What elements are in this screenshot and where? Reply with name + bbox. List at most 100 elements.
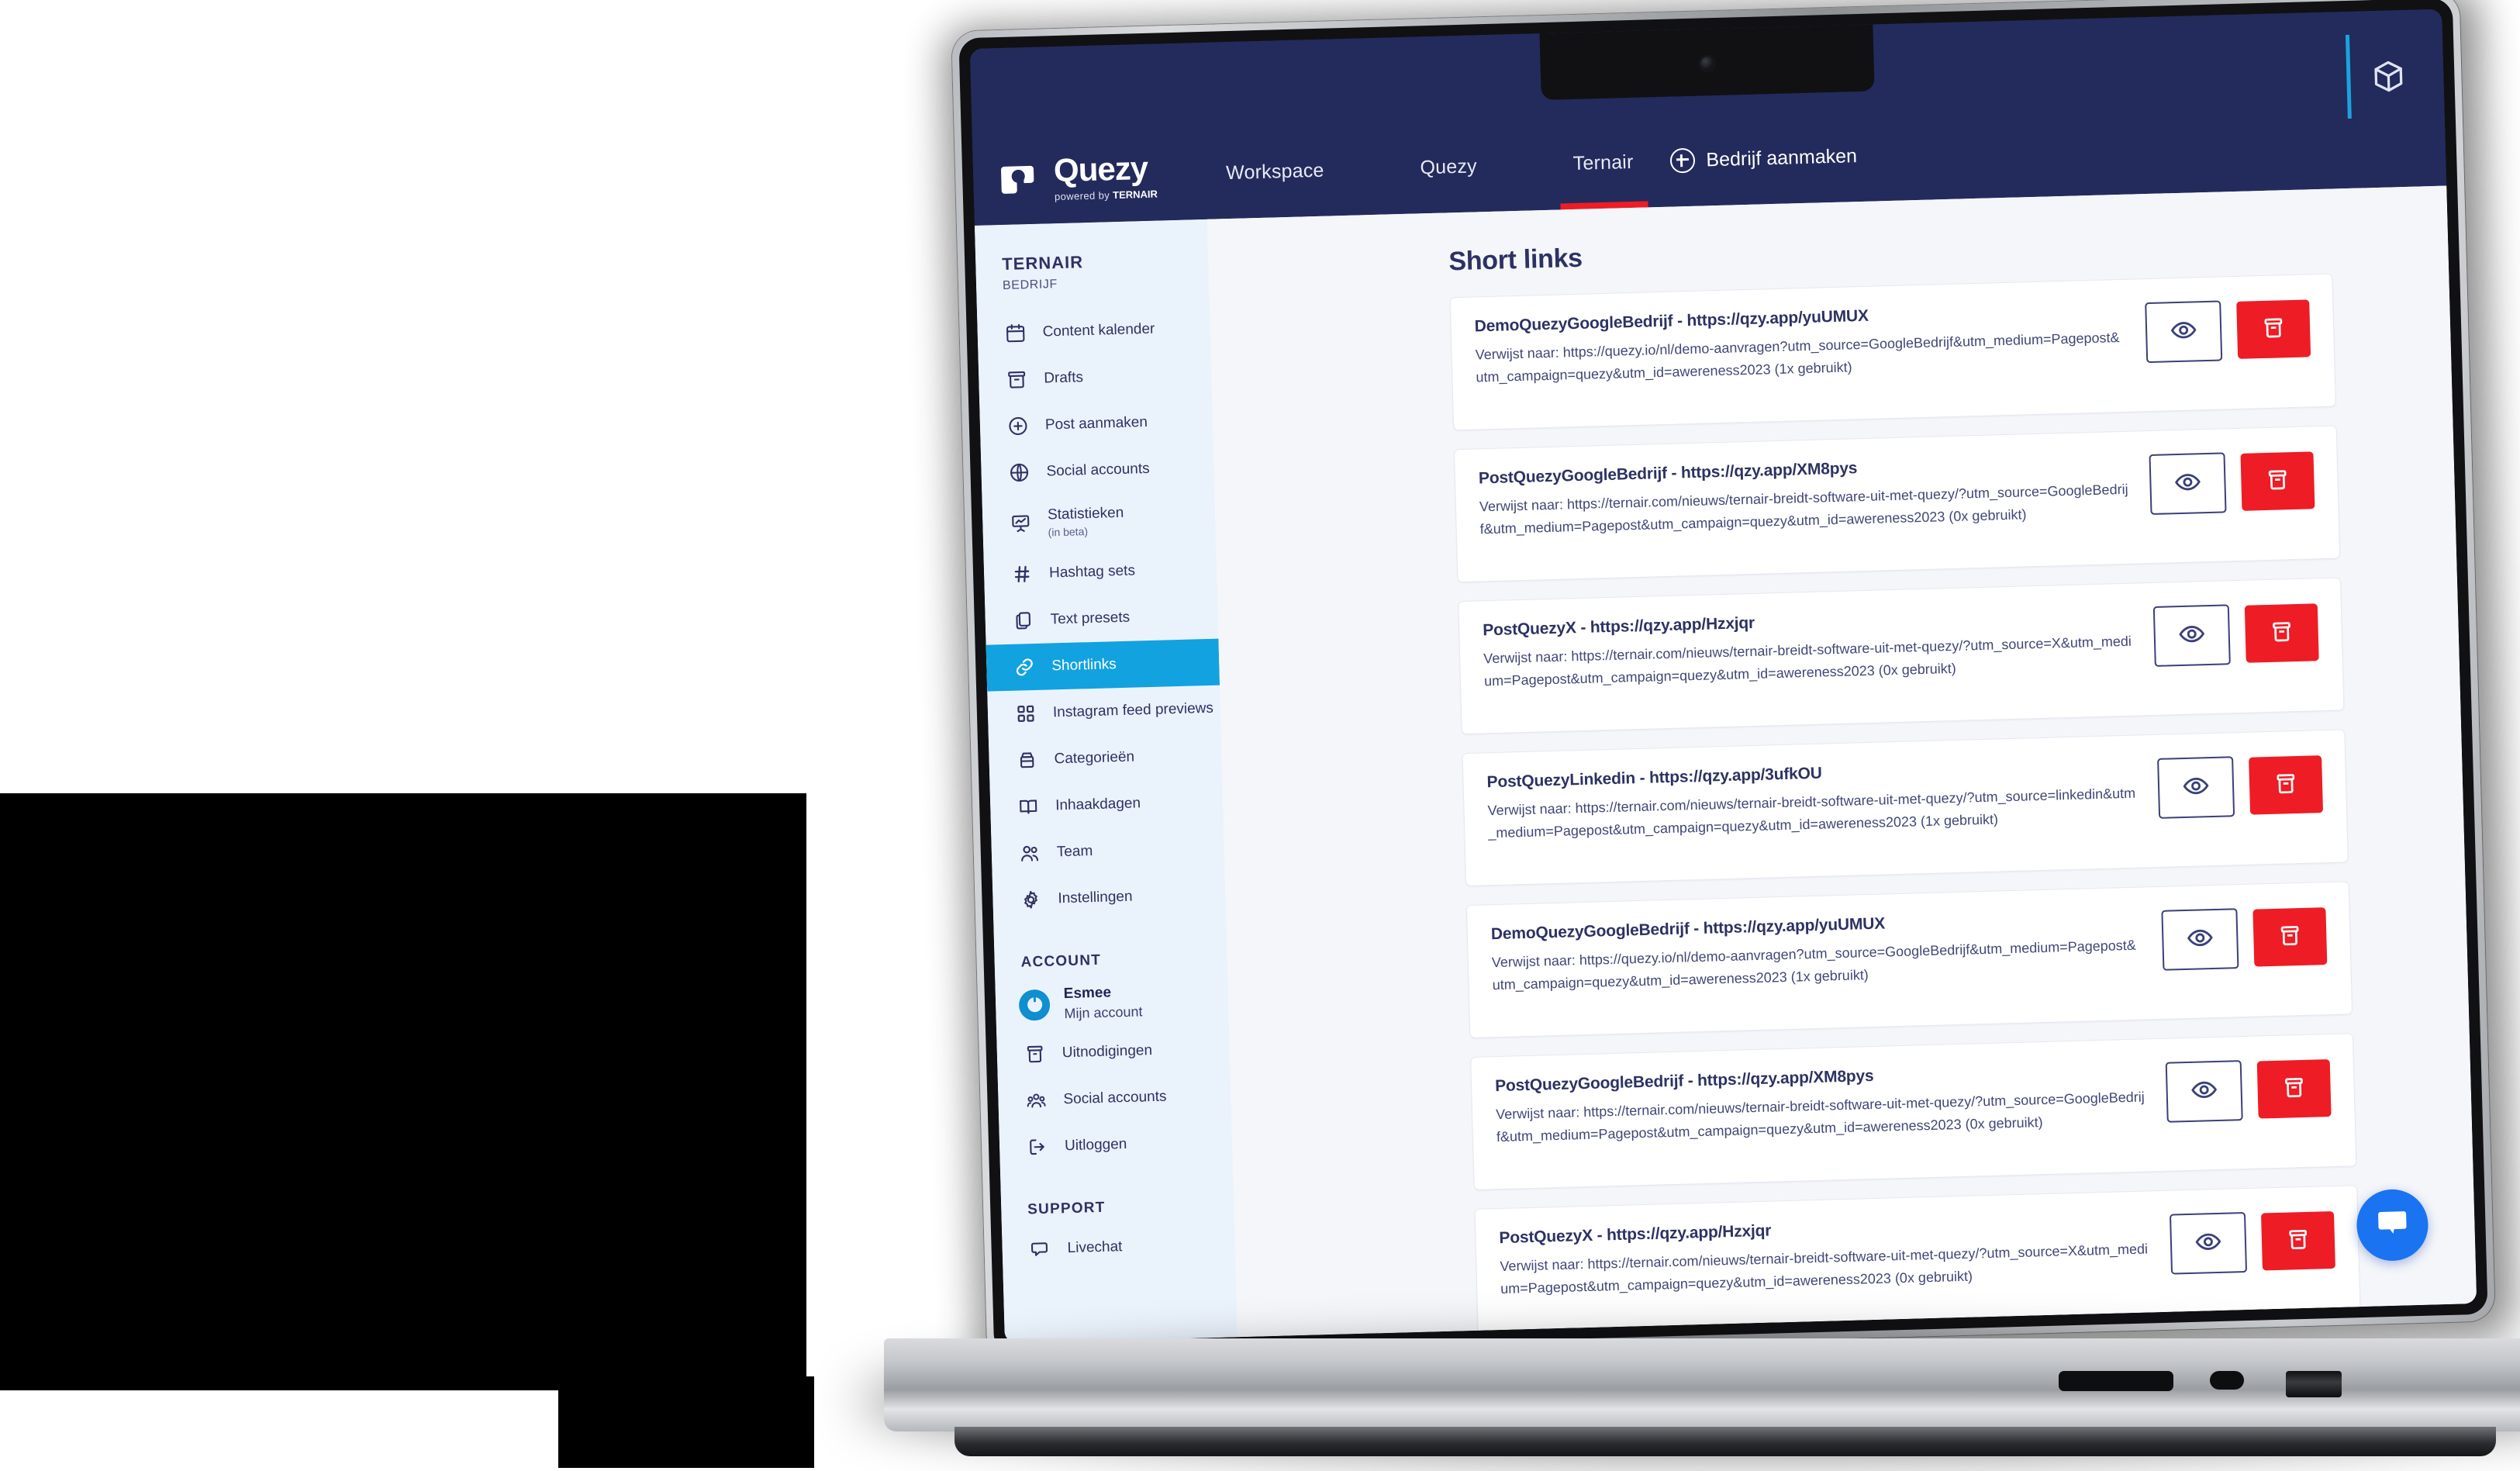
brand-text: Quezy powered by TERNAIR [1053, 149, 1158, 202]
archive-icon [1005, 368, 1029, 392]
eye-icon [2174, 468, 2201, 499]
chart-presentation-icon [1009, 512, 1033, 536]
plus-circle-icon [1670, 147, 1696, 174]
delete-shortlink-button[interactable] [2244, 603, 2319, 663]
nav-item-workspace[interactable]: Workspace [1205, 124, 1346, 219]
shortlink-actions [2169, 1207, 2335, 1275]
view-shortlink-button[interactable] [2161, 908, 2239, 971]
screen: Workspace Quezy Ternair Bedrijf aanmaken [969, 9, 2477, 1344]
sidebar-item-statistieken[interactable]: Statistieken (in beta) [982, 491, 1216, 552]
create-company-label: Bedrijf aanmaken [1706, 144, 1858, 171]
delete-shortlink-button[interactable] [2260, 1210, 2335, 1271]
usb-c-port-icon [2210, 1371, 2244, 1390]
nav-item-ternair[interactable]: Ternair [1552, 116, 1655, 209]
link-icon [1013, 655, 1037, 679]
sidebar-item-text-presets[interactable]: Text presets [985, 592, 1219, 645]
eye-icon [2190, 1076, 2218, 1107]
sidebar-item-label: Livechat [1067, 1238, 1123, 1257]
avatar-icon [1018, 989, 1051, 1021]
eye-icon [2187, 924, 2214, 955]
shortlink-card[interactable]: PostQuezyX - https://qzy.app/Hzxjqr Verw… [1458, 577, 2345, 735]
app-window: Workspace Quezy Ternair Bedrijf aanmaken [972, 94, 2477, 1344]
sidebar-item-post-aanmaken[interactable]: Post aanmaken [979, 398, 1213, 451]
delete-shortlink-button[interactable] [2249, 755, 2324, 815]
view-shortlink-button[interactable] [2169, 1212, 2248, 1275]
view-shortlink-button[interactable] [2152, 604, 2231, 667]
shortlink-card[interactable]: DemoQuezyGoogleBedrijf - https://qzy.app… [1465, 881, 2353, 1039]
delete-shortlink-button[interactable] [2252, 907, 2328, 967]
sidebar-item-categorieen[interactable]: Categorieën [989, 731, 1223, 784]
shortlink-card[interactable]: PostQuezyGoogleBedrijf - https://qzy.app… [1453, 425, 2341, 583]
sidebar-heading-account: ACCOUNT [1020, 951, 1102, 971]
page-title: Short links [1448, 243, 1583, 277]
brand-logo[interactable]: Quezy powered by TERNAIR [972, 127, 1207, 226]
account-sublabel: Mijn account [1064, 1003, 1143, 1021]
trash-icon [2265, 467, 2290, 496]
view-shortlink-button[interactable] [2165, 1060, 2243, 1123]
trash-icon [2273, 770, 2299, 799]
shortlink-description: Verwijst naar: https://ternair.com/nieuw… [1500, 1241, 2149, 1297]
logout-icon [1026, 1135, 1050, 1159]
org-block: TERNAIR BEDRIJF [975, 227, 1209, 300]
eye-icon [2183, 772, 2210, 803]
view-shortlink-button[interactable] [2157, 756, 2235, 819]
laptop-lid: Workspace Quezy Ternair Bedrijf aanmaken [951, 0, 2495, 1362]
sidebar-item-label: Shortlinks [1051, 656, 1117, 675]
sidebar-item-team[interactable]: Team [991, 824, 1225, 877]
account-text: Esmee Mijn account [1063, 983, 1142, 1022]
sidebar-item-social-accounts[interactable]: Social accounts [981, 444, 1215, 497]
sidebar-item-uitloggen[interactable]: Uitloggen [999, 1119, 1233, 1172]
hdmi-port-icon [2286, 1371, 2342, 1397]
sidebar-item-label-wrap: Statistieken (in beta) [1048, 505, 1124, 539]
sidebar-item-mijn-account[interactable]: Esmee Mijn account [995, 973, 1229, 1031]
sidebar-item-label: Text presets [1050, 609, 1131, 628]
sidebar-item-label: Drafts [1044, 369, 1084, 387]
shortlink-description: Verwijst naar: https://ternair.com/nieuw… [1495, 1089, 2145, 1145]
sidebar-item-inhaakdagen[interactable]: Inhaakdagen [989, 778, 1224, 830]
calendar-icon [1003, 321, 1027, 345]
shortlink-card[interactable]: PostQuezyLinkedin - https://qzy.app/3ufk… [1462, 729, 2349, 887]
gear-icon [1019, 888, 1043, 912]
delete-shortlink-button[interactable] [2236, 299, 2311, 359]
sidebar-item-label: Social accounts [1063, 1088, 1167, 1108]
shortlink-description: Verwijst naar: https://ternair.com/nieuw… [1487, 785, 2136, 841]
sidebar-item-label: Team [1056, 843, 1093, 861]
sidebar-item-uitnodigingen[interactable]: Uitnodigingen [996, 1026, 1231, 1079]
sidebar-item-instagram-feed-previews[interactable]: Instagram feed previews [987, 685, 1221, 738]
sidebar-item-instellingen[interactable]: Instellingen [992, 871, 1227, 924]
sidebar-item-livechat[interactable]: Livechat [1002, 1221, 1236, 1274]
delete-shortlink-button[interactable] [2240, 451, 2315, 511]
view-shortlink-button[interactable] [2149, 452, 2227, 516]
nav-item-quezy[interactable]: Quezy [1399, 120, 1498, 214]
sidebar-item-hashtag-sets[interactable]: Hashtag sets [983, 546, 1217, 599]
adjacent-device-foot [558, 1376, 814, 1468]
sd-card-slot-icon [2059, 1371, 2173, 1391]
copy-icon [1011, 609, 1035, 633]
sidebar-item-label: Instagram feed previews [1052, 699, 1214, 721]
sidebar-item-shortlinks[interactable]: Shortlinks [986, 638, 1220, 692]
sidebar: Quezy powered by TERNAIR TERNAIR BEDRIJF [972, 127, 1238, 1344]
sidebar-item-account-social-accounts[interactable]: Social accounts [998, 1072, 1232, 1125]
shortlink-card[interactable]: PostQuezyX - https://qzy.app/Hzxjqr Verw… [1474, 1185, 2361, 1338]
shortlink-card[interactable]: PostQuezyGoogleBedrijf - https://qzy.app… [1470, 1033, 2357, 1190]
sidebar-item-sublabel: (in beta) [1048, 524, 1089, 539]
sidebar-heading-support: SUPPORT [1027, 1200, 1106, 1218]
sidebar-item-label: Categorieën [1054, 748, 1135, 768]
livechat-fab[interactable] [2356, 1188, 2429, 1262]
sidebar-item-label: Social accounts [1046, 460, 1150, 480]
hashtag-icon [1010, 562, 1034, 586]
create-company-button[interactable]: Bedrijf aanmaken [1653, 143, 1874, 174]
view-shortlink-button[interactable] [2145, 300, 2223, 364]
laptop-base-underside [954, 1427, 2497, 1456]
shortlink-card[interactable]: DemoQuezyGoogleBedrijf - https://qzy.app… [1449, 273, 2336, 431]
trash-icon [2285, 1226, 2311, 1255]
chat-bubble-icon [2374, 1205, 2411, 1245]
delete-shortlink-button[interactable] [2256, 1059, 2332, 1119]
sidebar-item-drafts[interactable]: Drafts [979, 351, 1213, 404]
shortlink-description: Verwijst naar: https://quezy.io/nl/demo-… [1491, 937, 2136, 993]
cube-icon[interactable] [2370, 58, 2407, 95]
shortlink-description: Verwijst naar: https://quezy.io/nl/demo-… [1475, 330, 2120, 385]
app-body: Quezy powered by TERNAIR TERNAIR BEDRIJF [972, 127, 2477, 1344]
laptop-base [884, 1338, 2520, 1431]
sidebar-item-content-kalender[interactable]: Content kalender [977, 305, 1211, 357]
